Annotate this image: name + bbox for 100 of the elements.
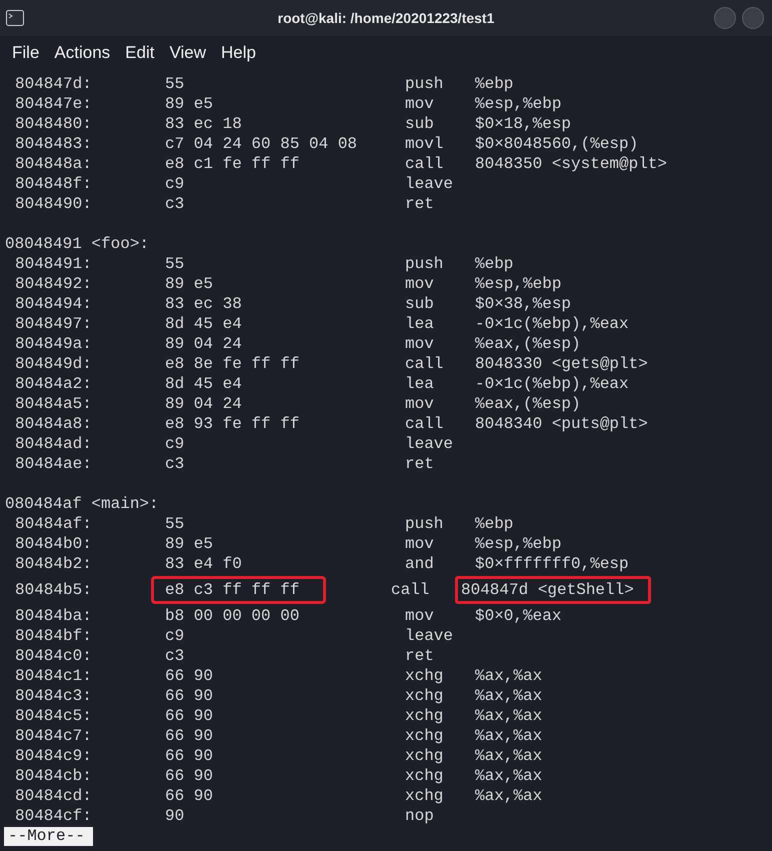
opcode-bytes: c9 — [165, 627, 184, 645]
operand-text: 8048350 <system@plt> — [475, 154, 668, 174]
address-text: 80484b2: — [15, 555, 92, 573]
address-text: 80484ba: — [15, 607, 92, 625]
mnemonic-text: xchg — [405, 767, 444, 785]
address-text: 80484a8: — [15, 415, 92, 433]
opcode-bytes: c9 — [165, 175, 184, 193]
opcode-bytes: 83 ec 38 — [165, 295, 242, 313]
opcode-bytes: 55 — [165, 255, 184, 273]
minimize-button[interactable] — [714, 7, 736, 29]
opcode-bytes: 66 90 — [165, 667, 214, 685]
opcode-bytes: e8 8e fe ff ff — [165, 355, 300, 373]
opcode-bytes: 90 — [165, 807, 184, 825]
mnemonic-text: call — [405, 355, 444, 373]
opcode-bytes: 89 e5 — [165, 275, 214, 293]
operand-text: 804847d <getShell> — [455, 576, 651, 604]
opcode-bytes: b8 00 00 00 00 — [165, 607, 300, 625]
opcode-bytes: c3 — [165, 647, 184, 665]
operand-text: %ax,%ax — [475, 786, 542, 806]
mnemonic-text: ret — [405, 647, 434, 665]
operand-text: %ax,%ax — [475, 686, 542, 706]
mnemonic-text: mov — [405, 535, 434, 553]
opcode-bytes: e8 c1 fe ff ff — [165, 155, 300, 173]
operand-text: %ebp — [475, 514, 514, 534]
address-text: 804849a: — [15, 335, 92, 353]
menu-item[interactable]: Edit — [119, 43, 160, 63]
mnemonic-text: leave — [405, 175, 454, 193]
address-text: 80484ae: — [15, 455, 92, 473]
address-text: 80484cf: — [15, 807, 92, 825]
mnemonic-text: push — [405, 515, 444, 533]
opcode-bytes: 89 e5 — [165, 95, 214, 113]
operand-text: $0×18,%esp — [475, 114, 572, 134]
address-text: 80484c9: — [15, 747, 92, 765]
mnemonic-text: mov — [405, 275, 434, 293]
mnemonic-text: and — [405, 555, 434, 573]
address-text: 80484c0: — [15, 647, 92, 665]
opcode-bytes: e8 c3 ff ff ff — [151, 576, 326, 604]
menu-item[interactable]: View — [163, 43, 212, 63]
address-text: 80484cd: — [15, 787, 92, 805]
address-text: 80484b0: — [15, 535, 92, 553]
address-text: 80484a2: — [15, 375, 92, 393]
operand-text: %ax,%ax — [475, 706, 542, 726]
mnemonic-text: xchg — [405, 747, 444, 765]
mnemonic-text: nop — [405, 807, 434, 825]
mnemonic-text: push — [405, 255, 444, 273]
menu-item[interactable]: File — [6, 43, 46, 63]
operand-text: %ebp — [475, 254, 514, 274]
mnemonic-text: mov — [405, 95, 434, 113]
address-text: 80484cb: — [15, 767, 92, 785]
address-text: 8048497: — [15, 315, 92, 333]
operand-text: 8048340 <puts@plt> — [475, 414, 648, 434]
opcode-bytes: 89 e5 — [165, 535, 214, 553]
opcode-bytes: c3 — [165, 195, 184, 213]
mnemonic-text: xchg — [405, 787, 444, 805]
operand-text: %eax,(%esp) — [475, 334, 581, 354]
opcode-bytes: 66 90 — [165, 687, 214, 705]
address-text: 80484c3: — [15, 687, 92, 705]
address-text: 80484c1: — [15, 667, 92, 685]
operand-text: -0×1c(%ebp),%eax — [475, 374, 629, 394]
address-text: 804849d: — [15, 355, 92, 373]
operand-text: $0×fffffff0,%esp — [475, 554, 629, 574]
address-text: 80484a5: — [15, 395, 92, 413]
opcode-bytes: c3 — [165, 455, 184, 473]
pager-prompt: --More-- — [4, 826, 93, 846]
mnemonic-text: mov — [405, 607, 434, 625]
mnemonic-text: ret — [405, 195, 434, 213]
opcode-bytes: 66 90 — [165, 767, 214, 785]
mnemonic-text: leave — [405, 627, 454, 645]
mnemonic-text: leave — [405, 435, 454, 453]
operand-text: -0×1c(%ebp),%eax — [475, 314, 629, 334]
operand-text: %ebp — [475, 74, 514, 94]
mnemonic-text: mov — [405, 335, 434, 353]
mnemonic-text: movl — [405, 135, 444, 153]
terminal-icon — [6, 10, 24, 26]
opcode-bytes: c7 04 24 60 85 04 08 — [165, 135, 358, 153]
opcode-bytes: 66 90 — [165, 707, 214, 725]
mnemonic-text: xchg — [405, 707, 444, 725]
close-button[interactable] — [742, 7, 764, 29]
operand-text: %eax,(%esp) — [475, 394, 581, 414]
function-label: 08048491 <foo>: — [4, 234, 150, 254]
window-title: root@kali: /home/20201223/test1 — [278, 10, 494, 26]
operand-text: %esp,%ebp — [475, 274, 562, 294]
mnemonic-text: mov — [405, 395, 434, 413]
menu-item[interactable]: Actions — [48, 43, 116, 63]
operand-text: 8048330 <gets@plt> — [475, 354, 648, 374]
opcode-bytes: 55 — [165, 75, 184, 93]
opcode-bytes: 8d 45 e4 — [165, 375, 242, 393]
mnemonic-text: sub — [405, 295, 434, 313]
opcode-bytes: 89 04 24 — [165, 335, 242, 353]
operand-text: %esp,%ebp — [475, 94, 562, 114]
address-text: 8048483: — [15, 135, 92, 153]
menu-item[interactable]: Help — [215, 43, 262, 63]
opcode-bytes: 55 — [165, 515, 184, 533]
opcode-bytes: 83 e4 f0 — [165, 555, 242, 573]
function-label: 080484af <main>: — [4, 494, 159, 514]
mnemonic-text: call — [405, 155, 444, 173]
mnemonic-text: xchg — [405, 667, 444, 685]
address-text: 804848f: — [15, 175, 92, 193]
mnemonic-text: lea — [405, 375, 434, 393]
address-text: 804847d: — [15, 75, 92, 93]
